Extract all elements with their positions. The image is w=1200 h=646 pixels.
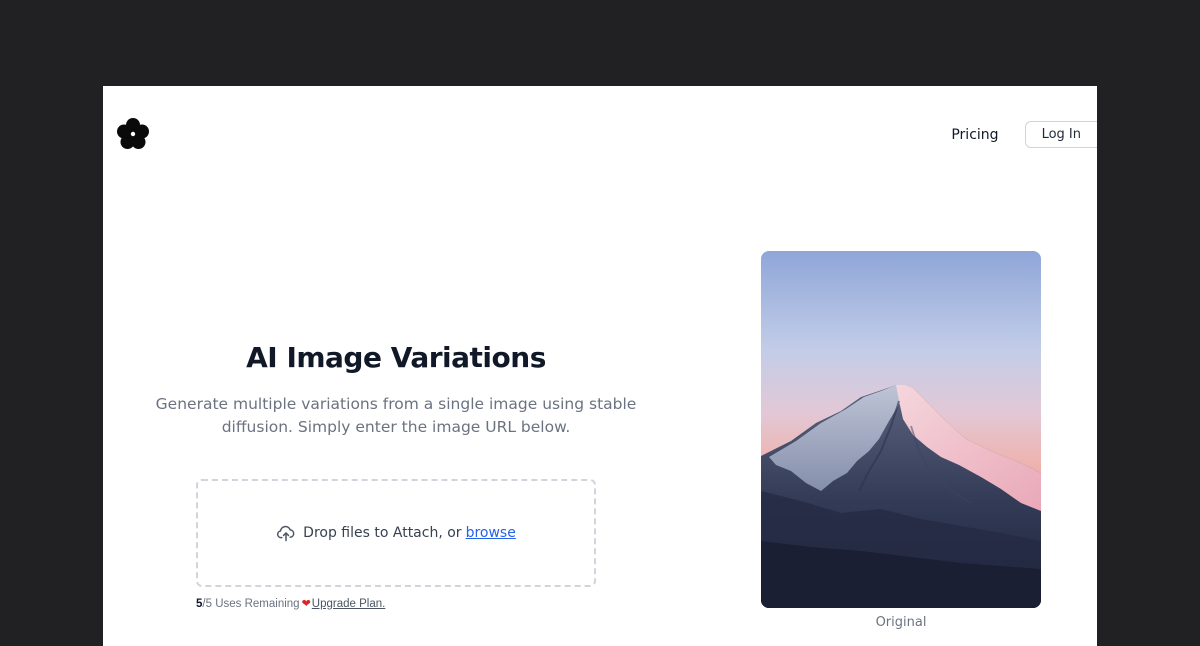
usage-status: 5 /5 Uses Remaining ❤ Upgrade Plan. <box>196 597 386 611</box>
page-title: AI Image Variations <box>246 341 546 374</box>
upgrade-plan-link[interactable]: Upgrade Plan. <box>312 598 386 610</box>
browser-page: Pricing Log In AI Image Variations Gener… <box>103 86 1097 646</box>
original-image-preview <box>761 251 1041 608</box>
page-subtitle: Generate multiple variations from a sing… <box>155 395 637 436</box>
uses-remaining-label: /5 Uses Remaining <box>202 597 300 610</box>
browse-link[interactable]: browse <box>466 525 516 541</box>
hero: AI Image Variations Generate multiple va… <box>103 341 689 436</box>
top-nav: Pricing Log In <box>951 121 1097 148</box>
flower-icon[interactable] <box>115 116 151 152</box>
upload-cloud-icon <box>277 525 295 542</box>
mountain-image <box>761 251 1041 608</box>
login-button[interactable]: Log In <box>1024 121 1097 148</box>
heart-icon: ❤ <box>301 598 311 610</box>
pricing-link[interactable]: Pricing <box>951 127 998 143</box>
dropzone-prompt: Drop files to Attach, or <box>303 525 462 541</box>
file-dropzone[interactable]: Drop files to Attach, or browse <box>196 479 596 587</box>
